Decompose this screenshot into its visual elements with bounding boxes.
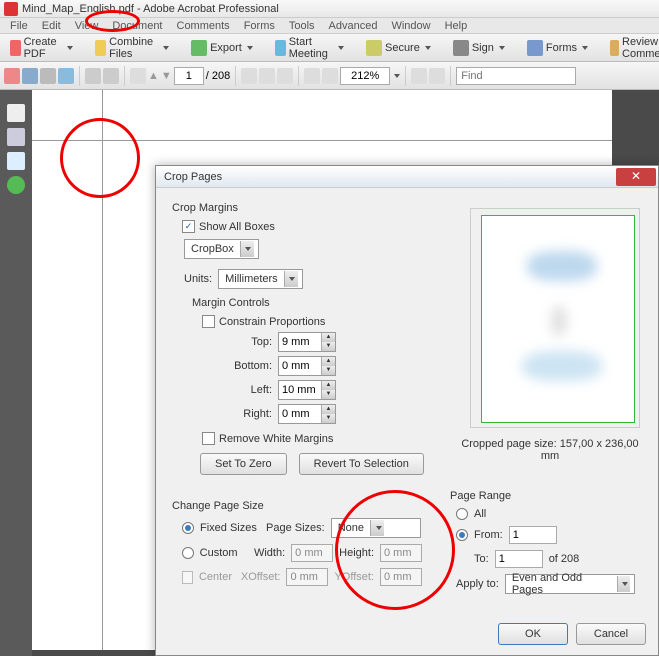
page-total: / 208 (206, 70, 230, 82)
review-comment-button[interactable]: Review & Comment (604, 33, 659, 63)
menu-advanced[interactable]: Advanced (323, 20, 384, 32)
revert-button[interactable]: Revert To Selection (299, 453, 424, 475)
print-icon[interactable] (4, 68, 20, 84)
select-tool-icon[interactable] (241, 68, 257, 84)
remove-white-label: Remove White Margins (219, 433, 333, 445)
prev-page-icon[interactable] (130, 68, 146, 84)
rotate-icon[interactable] (411, 68, 427, 84)
constrain-proportions-checkbox[interactable] (202, 315, 215, 328)
marquee-tool-icon[interactable] (277, 68, 293, 84)
create-pdf-button[interactable]: Create PDF (4, 33, 79, 63)
units-label: Units: (184, 273, 212, 285)
zoom-out-icon[interactable] (304, 68, 320, 84)
pages-icon[interactable] (103, 68, 119, 84)
show-all-boxes-label: Show All Boxes (199, 221, 275, 233)
bookmarks-panel-icon[interactable] (7, 128, 25, 146)
dialog-titlebar[interactable]: Crop Pages ✕ (156, 166, 658, 188)
forms-button[interactable]: Forms (521, 37, 594, 59)
crop-pages-dialog: Crop Pages ✕ Crop Margins ✓ Show All Box… (155, 165, 659, 656)
pages-panel-icon[interactable] (7, 104, 25, 122)
width-input (291, 544, 333, 562)
start-meeting-button[interactable]: Start Meeting (269, 33, 350, 63)
window-titlebar: Mind_Map_English.pdf - Adobe Acrobat Pro… (0, 0, 659, 18)
page-sizes-select[interactable]: None (331, 518, 421, 538)
left-input[interactable] (279, 381, 321, 399)
signatures-panel-icon[interactable] (7, 152, 25, 170)
app-icon (4, 2, 18, 16)
menu-file[interactable]: File (4, 20, 34, 32)
menu-window[interactable]: Window (385, 20, 436, 32)
fixed-sizes-radio[interactable] (182, 522, 194, 534)
to-input[interactable] (495, 550, 543, 568)
crop-box-select[interactable]: CropBox (184, 239, 259, 259)
all-pages-radio[interactable] (456, 508, 468, 520)
window-title: Mind_Map_English.pdf - Adobe Acrobat Pro… (22, 3, 279, 15)
right-input[interactable] (279, 405, 321, 423)
menu-view[interactable]: View (69, 20, 105, 32)
sign-button[interactable]: Sign (447, 37, 511, 59)
menu-forms[interactable]: Forms (238, 20, 281, 32)
toolbar-main: Create PDF Combine Files Export Start Me… (0, 34, 659, 62)
cancel-button[interactable]: Cancel (576, 623, 646, 645)
show-all-boxes-checkbox[interactable]: ✓ (182, 220, 195, 233)
dialog-title: Crop Pages (164, 171, 222, 183)
arrow-up-icon[interactable]: ▲ (148, 70, 159, 82)
secure-button[interactable]: Secure (360, 37, 437, 59)
find-input[interactable] (456, 67, 576, 85)
crop-guide-horizontal (32, 140, 612, 141)
save-icon[interactable] (22, 68, 38, 84)
top-input[interactable] (279, 333, 321, 351)
from-radio[interactable] (456, 529, 468, 541)
menu-comments[interactable]: Comments (171, 20, 236, 32)
chevron-down-icon (67, 46, 73, 50)
constrain-label: Constrain Proportions (219, 316, 325, 328)
apply-to-select[interactable]: Even and Odd Pages (505, 574, 635, 594)
crop-guide-vertical (102, 90, 103, 650)
height-input (380, 544, 422, 562)
zoom-input[interactable] (340, 67, 390, 85)
custom-radio[interactable] (182, 547, 194, 559)
layout-icon[interactable] (429, 68, 445, 84)
change-page-size-label: Change Page Size (172, 500, 422, 512)
mail-icon[interactable] (58, 68, 74, 84)
chevron-down-icon (245, 247, 251, 251)
yoffset-input (380, 568, 422, 586)
menu-edit[interactable]: Edit (36, 20, 67, 32)
help-panel-icon[interactable] (7, 176, 25, 194)
bottom-input[interactable] (279, 357, 321, 375)
menu-help[interactable]: Help (439, 20, 474, 32)
page-range-label: Page Range (450, 490, 640, 502)
menu-tools[interactable]: Tools (283, 20, 321, 32)
set-to-zero-button[interactable]: Set To Zero (200, 453, 287, 475)
printer-icon[interactable] (40, 68, 56, 84)
menubar: File Edit View Document Comments Forms T… (0, 18, 659, 34)
crop-preview (470, 208, 640, 428)
center-checkbox (182, 571, 193, 584)
remove-white-margins-checkbox[interactable] (202, 432, 215, 445)
arrow-down-icon[interactable]: ▼ (161, 70, 172, 82)
ok-button[interactable]: OK (498, 623, 568, 645)
units-select[interactable]: Millimeters (218, 269, 303, 289)
cropped-size-label: Cropped page size: 157,00 x 236,00 mm (460, 438, 640, 462)
zoom-in-icon[interactable] (322, 68, 338, 84)
hand-tool-icon[interactable] (259, 68, 275, 84)
toolbar-nav: ▲ ▼ / 208 (0, 62, 659, 90)
page-icon[interactable] (85, 68, 101, 84)
from-input[interactable] (509, 526, 557, 544)
page-number-input[interactable] (174, 67, 204, 85)
navigation-panel (0, 90, 32, 656)
combine-files-button[interactable]: Combine Files (89, 33, 175, 63)
export-button[interactable]: Export (185, 37, 259, 59)
close-button[interactable]: ✕ (616, 168, 656, 186)
menu-document[interactable]: Document (106, 20, 168, 32)
xoffset-input (286, 568, 328, 586)
